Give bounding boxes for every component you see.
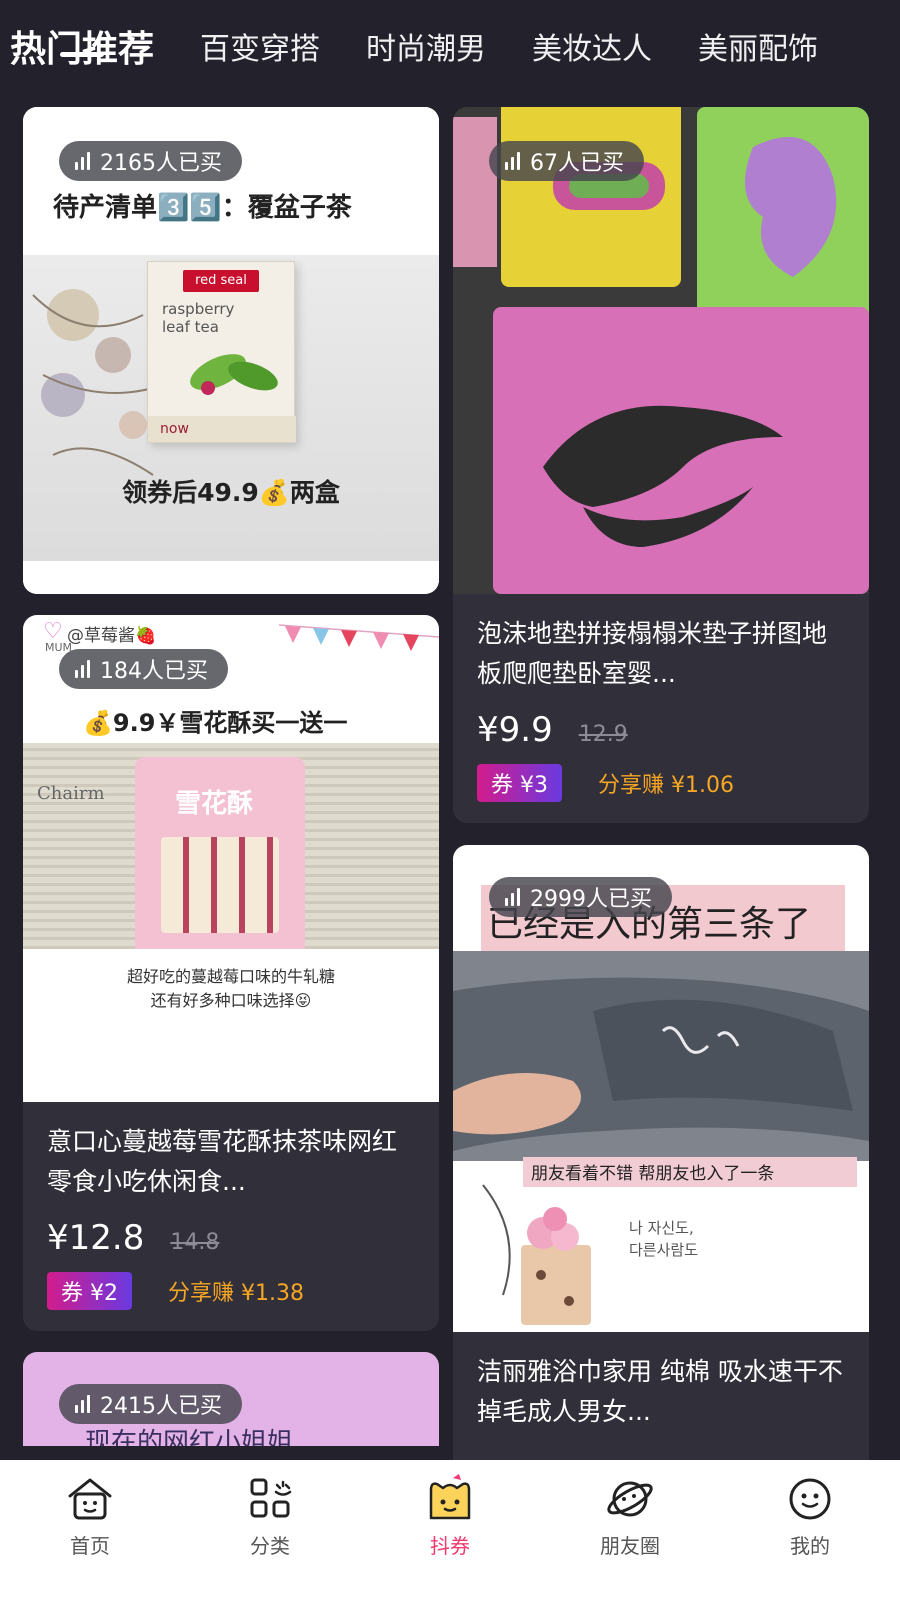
- product-card[interactable]: 已经是入的第三条了 朋友看着不错 帮朋友也入了一条 나 자신도, 다른사람도 2…: [453, 845, 869, 1485]
- product-card[interactable]: 2165人已买 待产清单3️⃣5️⃣：覆盆子茶 red seal raspber…: [23, 107, 439, 594]
- nav-moments[interactable]: 朋友圈: [560, 1472, 700, 1600]
- product-image: 现在的网红小姐姐 2415人已买: [23, 1352, 439, 1446]
- product-card[interactable]: 现在的网红小姐姐 2415人已买: [23, 1352, 439, 1446]
- promo-row: 券 ¥3 分享赚 ¥1.06: [477, 764, 845, 802]
- tab-hot-recommend[interactable]: 热门推荐: [10, 20, 154, 72]
- share-earn-text[interactable]: 分享赚 ¥1.38: [168, 1275, 304, 1307]
- snack-photo: Chairm 雪花酥: [23, 743, 439, 949]
- price-row: ¥12.8 14.8: [47, 1218, 415, 1258]
- image-banner-text: 待产清单3️⃣5️⃣：覆盆子茶: [53, 193, 352, 223]
- user-handle: @草莓酱🍓: [67, 626, 157, 646]
- newspaper-text: Chairm: [37, 783, 105, 804]
- current-price: ¥12.8: [47, 1218, 145, 1258]
- image-banner-text: 现在的网红小姐姐: [85, 1428, 294, 1446]
- bar-chart-icon: [75, 660, 90, 678]
- product-image: @草莓酱🍓 ♡ MUM 💰9.9￥雪花酥买一送一 Chairm 雪花酥 超好吃的…: [23, 615, 439, 1102]
- home-icon: [68, 1478, 112, 1520]
- tea-photo: red seal raspberry leaf tea now: [23, 255, 439, 561]
- nav-label: 分类: [250, 1534, 290, 1558]
- category-icon: [250, 1478, 292, 1518]
- tea-box-sub: now: [148, 416, 296, 442]
- price-row: ¥9.9 12.9: [477, 710, 845, 750]
- bar-chart-icon: [505, 152, 520, 170]
- doucoupon-icon: [429, 1474, 471, 1520]
- coupon-badge[interactable]: 券 ¥3: [477, 764, 562, 802]
- nav-category[interactable]: 分类: [200, 1472, 340, 1600]
- image-banner-text: 💰9.9￥雪花酥买一送一: [83, 709, 348, 737]
- tea-box-name: raspberry leaf tea: [162, 300, 235, 336]
- nav-label: 首页: [70, 1534, 110, 1558]
- product-title: 意口心蔓越莓雪花酥抹茶味网红零食小吃休闲食...: [47, 1127, 398, 1196]
- tab-accessories[interactable]: 美丽配饰: [698, 24, 818, 68]
- flower-decoration: [482, 1184, 591, 1325]
- product-title: 泡沫地垫拼接榻榻米垫子拼图地板爬爬垫卧室婴...: [477, 619, 828, 688]
- current-price: ¥9.9: [477, 710, 553, 750]
- nav-mine[interactable]: 我的: [740, 1472, 880, 1600]
- bar-chart-icon: [505, 888, 520, 906]
- nav-doucoupon[interactable]: 抖券: [380, 1472, 520, 1600]
- sold-count-badge: 2999人已买: [489, 877, 672, 917]
- promo-row: 券 ¥2 分享赚 ¥1.38: [47, 1272, 415, 1310]
- sold-count-badge: 2165人已买: [59, 141, 242, 181]
- product-info: 意口心蔓越莓雪花酥抹茶味网红零食小吃休闲食... ¥12.8 14.8 券 ¥2…: [23, 1102, 439, 1331]
- original-price: 12.9: [578, 722, 628, 747]
- image-caption-line2: 还有好多种口味选择😝: [150, 991, 312, 1010]
- planet-icon: [607, 1481, 653, 1517]
- bottom-navigation: 首页 分类 抖券 朋友圈 我的: [0, 1460, 900, 1600]
- sold-count-badge: 2415人已买: [59, 1384, 242, 1424]
- image-caption-text: 领券后49.9💰两盒: [122, 478, 340, 507]
- korean-text-line2: 다른사람도: [629, 1241, 699, 1259]
- product-title: 洁丽雅浴巾家用 纯棉 吸水速干不掉毛成人男女...: [477, 1357, 843, 1426]
- nav-label: 我的: [790, 1534, 830, 1558]
- category-tabs: 热门推荐 百变穿搭 时尚潮男 美妆达人 美丽配饰: [0, 0, 900, 90]
- app-screen: 热门推荐 百变穿搭 时尚潮男 美妆达人 美丽配饰 2165人已买 待产清单3️⃣…: [0, 0, 900, 1600]
- product-info: 泡沫地垫拼接榻榻米垫子拼图地板爬爬垫卧室婴... ¥9.9 12.9 券 ¥3 …: [453, 594, 869, 823]
- towel-photo: [453, 951, 869, 1161]
- korean-text-line1: 나 자신도,: [629, 1219, 694, 1237]
- bar-chart-icon: [75, 1395, 90, 1413]
- image-caption-line1: 超好吃的蔓越莓口味的牛轧糖: [126, 967, 335, 986]
- tab-outfit[interactable]: 百变穿搭: [200, 24, 320, 68]
- snack-pack-label: 雪花酥: [175, 789, 254, 819]
- share-earn-text[interactable]: 分享赚 ¥1.06: [598, 767, 734, 799]
- active-tab-indicator: [60, 52, 104, 57]
- product-image: 2165人已买 待产清单3️⃣5️⃣：覆盆子茶 red seal raspber…: [23, 107, 439, 594]
- tea-box-brand: red seal: [183, 270, 259, 292]
- original-price: 14.8: [170, 1230, 220, 1255]
- bar-chart-icon: [75, 152, 90, 170]
- sold-count-badge: 184人已买: [59, 649, 228, 689]
- smile-face-icon: [789, 1478, 831, 1520]
- product-info: 洁丽雅浴巾家用 纯棉 吸水速干不掉毛成人男女...: [453, 1332, 869, 1454]
- coupon-badge[interactable]: 券 ¥2: [47, 1272, 132, 1310]
- leaf-graphic: [190, 354, 278, 395]
- nav-label: 抖券: [430, 1534, 470, 1558]
- tea-box: red seal raspberry leaf tea now: [147, 261, 296, 443]
- bunting-decoration: [279, 624, 439, 651]
- product-card[interactable]: 67人已买 泡沫地垫拼接榻榻米垫子拼图地板爬爬垫卧室婴... ¥9.9 12.9…: [453, 107, 869, 823]
- product-image: 67人已买: [453, 107, 869, 594]
- sold-count-badge: 67人已买: [489, 141, 644, 181]
- product-image: 已经是入的第三条了 朋友看着不错 帮朋友也入了一条 나 자신도, 다른사람도 2…: [453, 845, 869, 1332]
- product-card[interactable]: @草莓酱🍓 ♡ MUM 💰9.9￥雪花酥买一送一 Chairm 雪花酥 超好吃的…: [23, 615, 439, 1331]
- tab-makeup[interactable]: 美妆达人: [532, 24, 652, 68]
- nav-label: 朋友圈: [600, 1534, 660, 1558]
- tab-fashion-men[interactable]: 时尚潮男: [366, 24, 486, 68]
- nav-home[interactable]: 首页: [20, 1472, 160, 1600]
- snack-pack: 雪花酥: [135, 757, 305, 949]
